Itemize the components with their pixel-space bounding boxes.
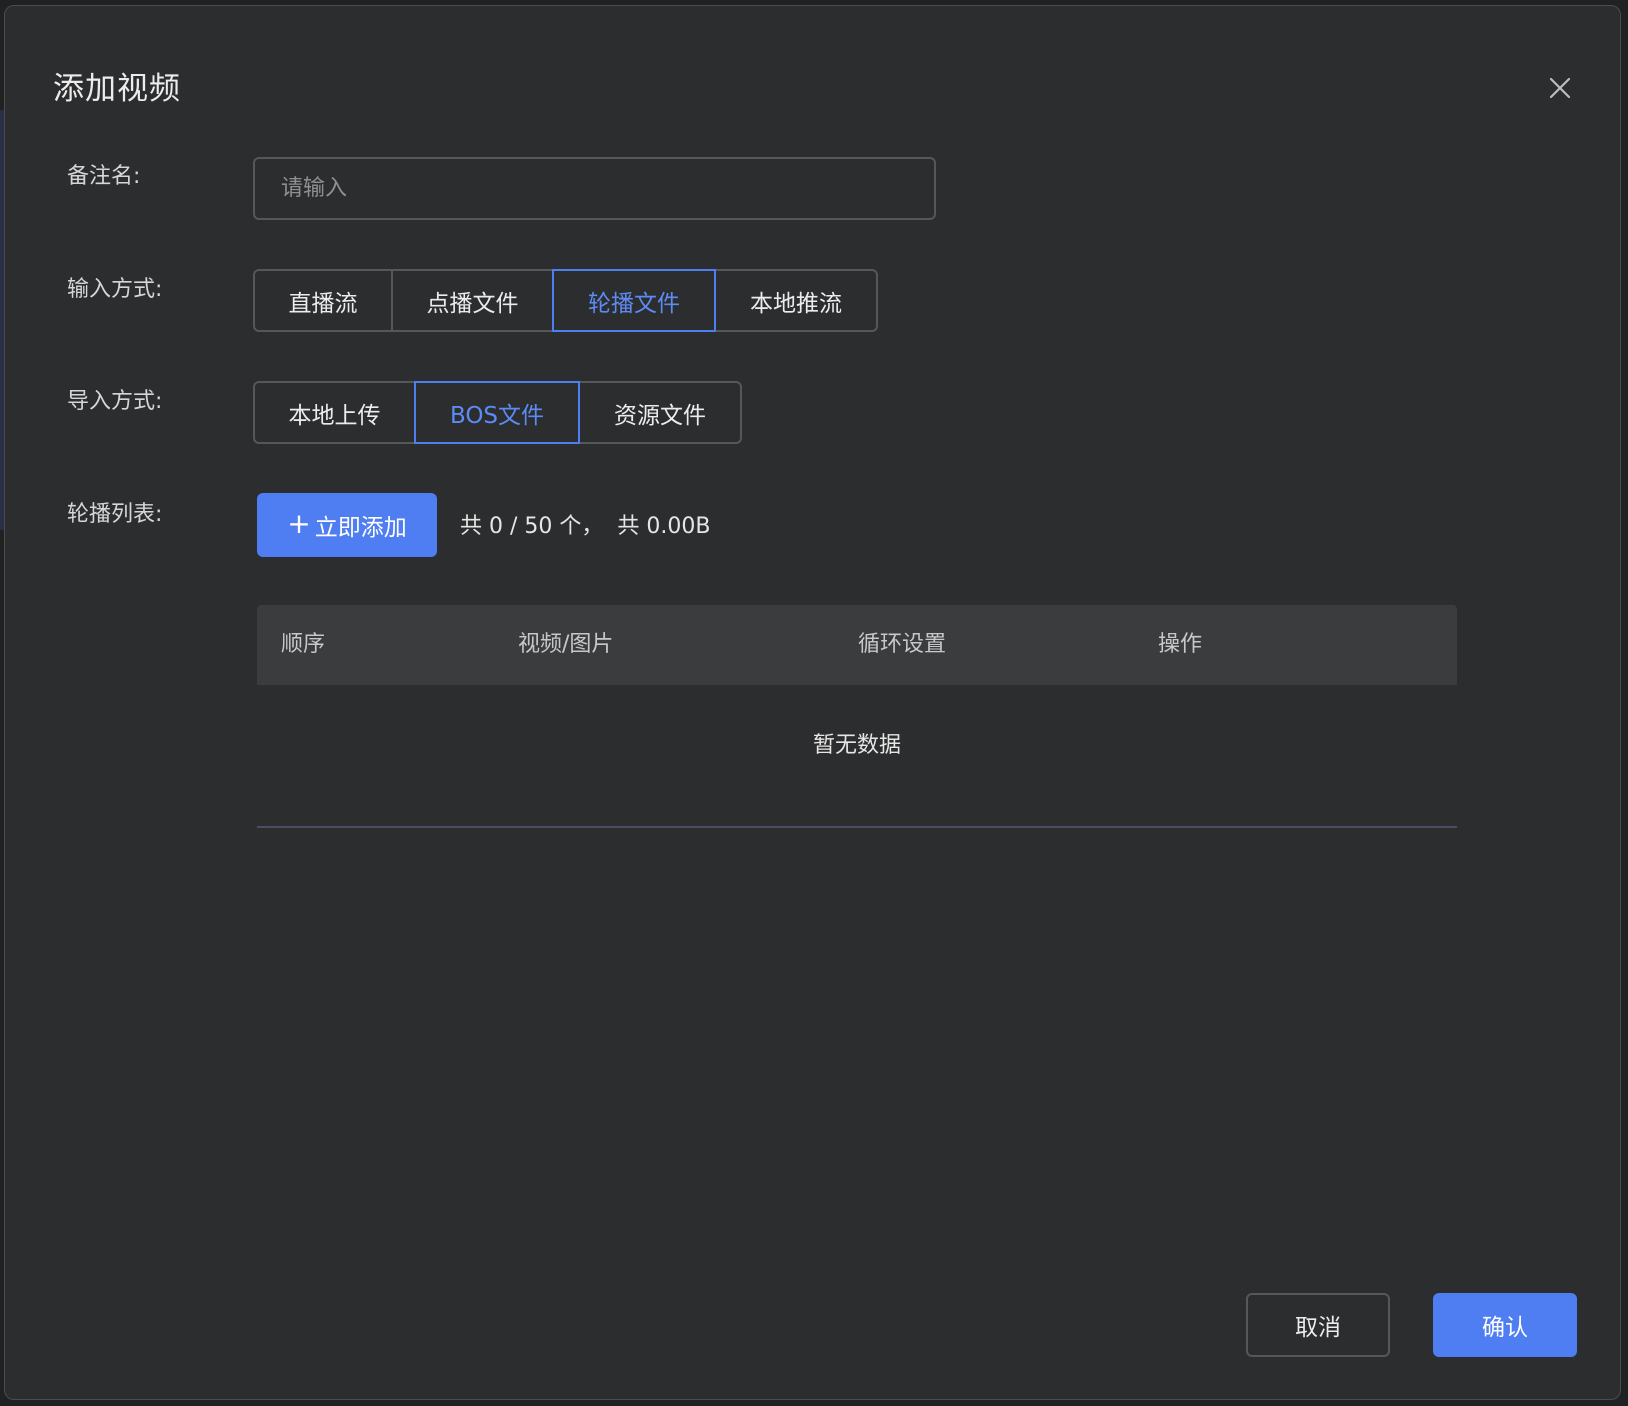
table-body: 暂无数据 [257, 685, 1457, 828]
import-mode-label: 导入方式: [67, 389, 163, 414]
dialog-title: 添加视频 [53, 71, 181, 107]
cancel-button[interactable]: 取消 [1246, 1293, 1390, 1357]
carousel-list-label: 轮播列表: [67, 502, 163, 527]
add-now-label: 立即添加 [314, 515, 407, 541]
import-mode-bos-file[interactable]: BOS文件 [414, 381, 580, 444]
close-icon [1549, 77, 1571, 99]
import-mode-segmented: 本地上传 BOS文件 资源文件 [253, 381, 742, 444]
input-mode-vod-file[interactable]: 点播文件 [391, 269, 554, 332]
plus-icon: + [287, 507, 311, 540]
column-media: 视频/图片 [518, 632, 614, 657]
column-actions: 操作 [1158, 632, 1203, 657]
empty-state-text: 暂无数据 [812, 733, 901, 758]
carousel-table: 顺序 视频/图片 循环设置 操作 暂无数据 [257, 605, 1457, 828]
close-button[interactable] [1542, 70, 1578, 106]
input-mode-live-stream[interactable]: 直播流 [253, 269, 393, 332]
add-video-dialog: 添加视频 备注名: 输入方式: 直播流 点播文件 轮播文件 本地推流 导入方式:… [4, 5, 1621, 1400]
input-mode-carousel-file[interactable]: 轮播文件 [552, 269, 716, 332]
remark-label: 备注名: [67, 164, 141, 189]
remark-input[interactable] [253, 157, 936, 220]
input-mode-local-push[interactable]: 本地推流 [714, 269, 878, 332]
input-mode-label: 输入方式: [67, 277, 163, 302]
import-mode-local-upload[interactable]: 本地上传 [253, 381, 416, 444]
input-mode-segmented: 直播流 点播文件 轮播文件 本地推流 [253, 269, 878, 332]
column-order: 顺序 [281, 632, 326, 657]
carousel-count-text: 共 0 / 50 个， 共 0.00B [460, 514, 711, 539]
import-mode-resource-file[interactable]: 资源文件 [578, 381, 742, 444]
column-loop-settings: 循环设置 [858, 632, 947, 657]
confirm-button[interactable]: 确认 [1433, 1293, 1577, 1357]
table-header: 顺序 视频/图片 循环设置 操作 [257, 605, 1457, 685]
add-now-button[interactable]: + 立即添加 [257, 493, 437, 557]
